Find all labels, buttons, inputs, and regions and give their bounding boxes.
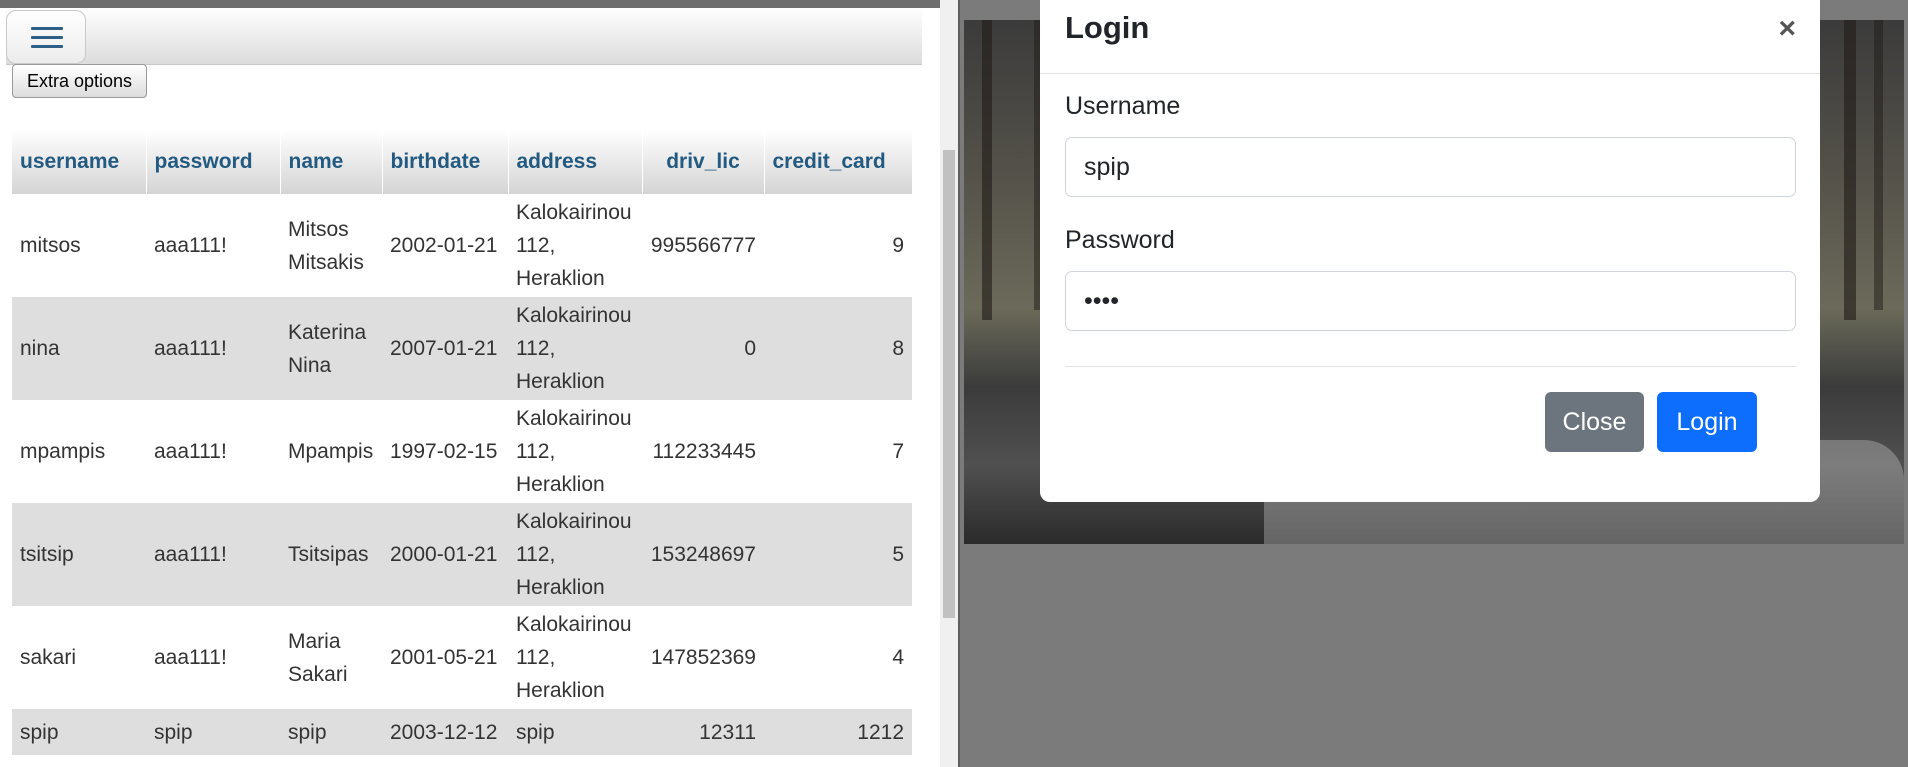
table-row[interactable]: spip spip spip 2003-12-12 spip 12311 121… [12,709,912,755]
close-icon[interactable]: × [1778,14,1796,44]
name-line: Katerina [288,320,367,344]
cell-name: spip [280,709,382,755]
column-header-birthdate[interactable]: birthdate [382,130,509,194]
address-line: Heraklion [516,576,605,599]
username-input[interactable]: spip [1065,137,1796,197]
address-line: Kalokairinou [516,407,632,430]
cell-name: Mpampis [280,400,382,503]
cell-username: tsitsip [12,503,146,606]
address-line: 112, [516,337,556,360]
name-line: Mitsakis [288,250,364,274]
column-header-driv-lic[interactable]: driv_lic [642,130,765,194]
cell-driv-lic: 995566777 [642,194,764,297]
cell-driv-lic: 12311 [642,709,764,755]
cell-username: mitsos [12,194,146,297]
cell-birthdate: 2002-01-21 [382,194,508,297]
column-header-username[interactable]: username [12,130,147,194]
cell-address: Kalokairinou 112, Heraklion [508,194,642,297]
username-label: Username [1065,92,1181,120]
cell-username: spip [12,709,146,755]
table-row[interactable]: mitsos aaa111! Mitsos Mitsakis 2002-01-21… [12,194,912,297]
address-line: Heraklion [516,370,605,393]
cell-birthdate: 2003-12-12 [382,709,508,755]
address-line: Heraklion [516,679,605,702]
top-navbar [6,8,922,65]
cell-password: aaa111! [146,297,280,400]
cell-username: nina [12,297,146,400]
cell-password: aaa111! [146,606,280,709]
name-line: Maria [288,629,341,653]
modal-title: Login [1065,10,1150,45]
address-line: Kalokairinou [516,304,632,327]
cell-credit-card: 5 [764,503,912,606]
address-line: 112, [516,543,556,566]
address-line: Kalokairinou [516,201,632,224]
address-line: 112, [516,646,556,669]
cell-credit-card: 7 [764,400,912,503]
address-line: Heraklion [516,267,605,290]
users-table: username password name birthdate address… [12,130,913,755]
cell-password: aaa111! [146,400,280,503]
table-header-row: username password name birthdate address… [12,130,913,194]
cell-address: spip [508,709,642,755]
cell-name: Mitsos Mitsakis [280,194,382,297]
cell-birthdate: 2007-01-21 [382,297,508,400]
cell-birthdate: 2001-05-21 [382,606,508,709]
column-header-address[interactable]: address [508,130,643,194]
cell-address: Kalokairinou 112, Heraklion [508,503,642,606]
cell-credit-card: 8 [764,297,912,400]
table-row[interactable]: sakari aaa111! Maria Sakari 2001-05-21 Ka… [12,606,912,709]
name-line: Sakari [288,662,348,686]
cell-credit-card: 1212 [764,709,912,755]
scrollbar-thumb[interactable] [943,150,955,618]
cell-password: aaa111! [146,194,280,297]
address-line: 112, [516,440,556,463]
name-line: Nina [288,353,332,377]
hamburger-menu-icon[interactable] [6,10,86,64]
cell-name: Katerina Nina [280,297,382,400]
extra-options-button[interactable]: Extra options [12,64,148,98]
address-line: Kalokairinou [516,613,632,636]
address-line: 112, [516,234,556,257]
cell-name: Tsitsipas [280,503,382,606]
cell-credit-card: 9 [764,194,912,297]
password-input[interactable]: •••• [1065,271,1796,331]
browser-top-strip [0,0,940,8]
cell-birthdate: 2000-01-21 [382,503,508,606]
address-line: Kalokairinou [516,510,632,533]
cell-username: sakari [12,606,146,709]
table-row[interactable]: nina aaa111! Katerina Nina 2007-01-21 Kal… [12,297,912,400]
close-button[interactable]: Close [1545,392,1644,452]
table-row[interactable]: mpampis aaa111! Mpampis 1997-02-15 Kalok… [12,400,912,503]
login-modal: Login × Username spip Password •••• Clos… [1040,0,1820,502]
cell-birthdate: 1997-02-15 [382,400,508,503]
modal-header: Login × [1040,0,1820,74]
column-header-name[interactable]: name [280,130,383,194]
cell-driv-lic: 112233445 [642,400,764,503]
password-label: Password [1065,226,1175,254]
cell-password: aaa111! [146,503,280,606]
cell-name: Maria Sakari [280,606,382,709]
cell-address: Kalokairinou 112, Heraklion [508,400,642,503]
column-header-password[interactable]: password [146,130,281,194]
column-header-credit-card[interactable]: credit_card [764,130,913,194]
table-view-pane: Extra options username password name bir… [0,0,958,767]
login-button[interactable]: Login [1657,392,1757,452]
modal-backdrop[interactable]: Login × Username spip Password •••• Clos… [958,0,1908,767]
cell-driv-lic: 153248697 [642,503,764,606]
cell-address: Kalokairinou 112, Heraklion [508,297,642,400]
name-line: Mitsos [288,217,349,241]
cell-credit-card: 4 [764,606,912,709]
modal-footer-divider [1065,366,1796,367]
table-row[interactable]: tsitsip aaa111! Tsitsipas 2000-01-21 Kal… [12,503,912,606]
cell-address: Kalokairinou 112, Heraklion [508,606,642,709]
cell-password: spip [146,709,280,755]
cell-driv-lic: 0 [642,297,764,400]
cell-driv-lic: 147852369 [642,606,764,709]
address-line: Heraklion [516,473,605,496]
cell-username: mpampis [12,400,146,503]
